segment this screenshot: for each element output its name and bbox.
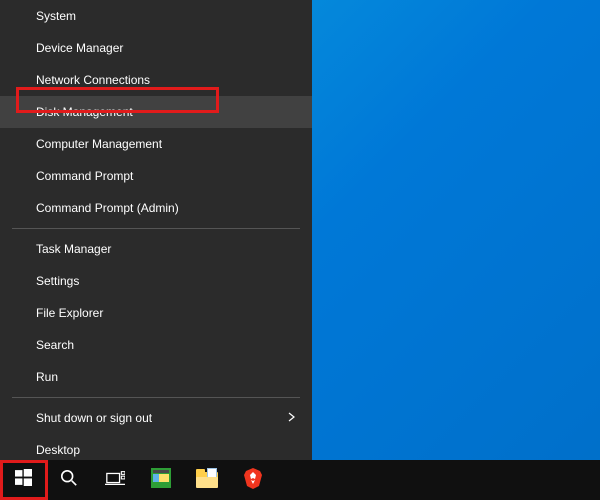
menu-item-label: System bbox=[36, 9, 76, 23]
menu-item-file-explorer[interactable]: File Explorer bbox=[0, 297, 312, 329]
menu-item-label: Run bbox=[36, 370, 58, 384]
file-explorer-button[interactable] bbox=[184, 460, 230, 500]
menu-item-label: Desktop bbox=[36, 443, 80, 457]
menu-item-command-prompt[interactable]: Command Prompt bbox=[0, 160, 312, 192]
menu-item-label: Disk Management bbox=[36, 105, 133, 119]
menu-item-run[interactable]: Run bbox=[0, 361, 312, 393]
menu-item-label: Task Manager bbox=[36, 242, 111, 256]
menu-item-shutdown[interactable]: Shut down or sign out bbox=[0, 402, 312, 434]
menu-item-computer-management[interactable]: Computer Management bbox=[0, 128, 312, 160]
task-view-icon bbox=[105, 470, 125, 491]
menu-item-label: File Explorer bbox=[36, 306, 103, 320]
menu-item-label: Shut down or sign out bbox=[36, 411, 152, 425]
search-icon bbox=[60, 469, 78, 492]
menu-item-device-manager[interactable]: Device Manager bbox=[0, 32, 312, 64]
taskbar bbox=[0, 460, 600, 500]
menu-item-task-manager[interactable]: Task Manager bbox=[0, 233, 312, 265]
menu-item-settings[interactable]: Settings bbox=[0, 265, 312, 297]
windows-logo-icon bbox=[15, 469, 32, 491]
menu-item-label: Command Prompt bbox=[36, 169, 133, 183]
start-button[interactable] bbox=[0, 460, 46, 500]
menu-item-command-prompt-admin[interactable]: Command Prompt (Admin) bbox=[0, 192, 312, 224]
desktop-background: System Device Manager Network Connection… bbox=[0, 0, 600, 500]
taskbar-search-button[interactable] bbox=[46, 460, 92, 500]
winx-power-user-menu: System Device Manager Network Connection… bbox=[0, 0, 312, 460]
brave-icon bbox=[243, 467, 263, 494]
file-explorer-icon bbox=[196, 472, 218, 488]
menu-item-system[interactable]: System bbox=[0, 0, 312, 32]
menu-separator bbox=[12, 228, 300, 229]
menu-item-label: Device Manager bbox=[36, 41, 123, 55]
menu-separator bbox=[12, 397, 300, 398]
menu-item-search[interactable]: Search bbox=[0, 329, 312, 361]
menu-item-label: Command Prompt (Admin) bbox=[36, 201, 179, 215]
task-view-button[interactable] bbox=[92, 460, 138, 500]
menu-item-label: Settings bbox=[36, 274, 79, 288]
menu-item-label: Search bbox=[36, 338, 74, 352]
menu-item-network-connections[interactable]: Network Connections bbox=[0, 64, 312, 96]
menu-item-disk-management[interactable]: Disk Management bbox=[0, 96, 312, 128]
brave-browser-button[interactable] bbox=[230, 460, 276, 500]
menu-item-label: Computer Management bbox=[36, 137, 162, 151]
partition-app-icon bbox=[150, 467, 172, 494]
chevron-right-icon bbox=[288, 411, 296, 425]
taskbar-app-button[interactable] bbox=[138, 460, 184, 500]
menu-item-label: Network Connections bbox=[36, 73, 150, 87]
